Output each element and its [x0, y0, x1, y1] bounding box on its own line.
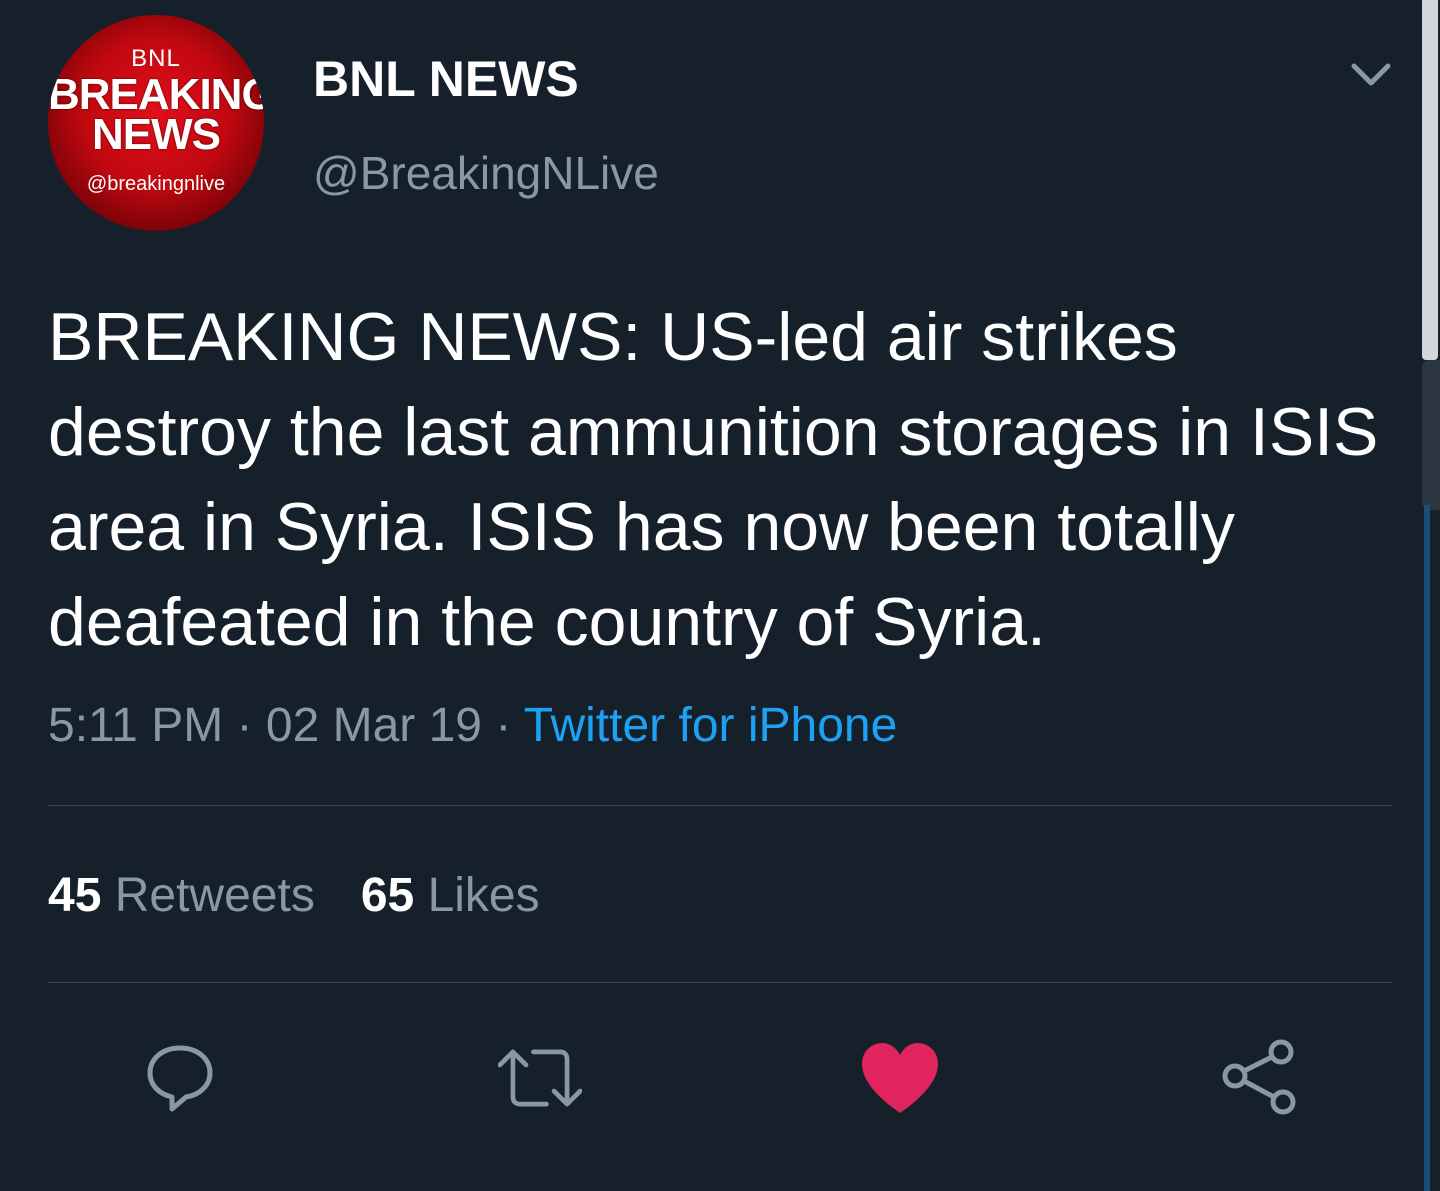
tweet-source-link[interactable]: Twitter for iPhone	[524, 699, 898, 752]
reply-button[interactable]	[138, 1036, 222, 1120]
chevron-down-icon[interactable]	[1350, 56, 1392, 92]
meta-separator: ·	[495, 699, 512, 752]
username[interactable]: @BreakingNLive	[313, 146, 659, 200]
like-button[interactable]	[858, 1036, 942, 1120]
scrollbar-indicator	[1424, 505, 1430, 1191]
meta-separator: ·	[236, 699, 253, 752]
share-icon	[1222, 1039, 1296, 1115]
retweets-stat[interactable]: 45 Retweets	[48, 869, 315, 922]
avatar-line-breaking: BREAKING	[48, 70, 264, 119]
tweet-meta: 5:11 PM · 02 Mar 19 · Twitter for iPhone	[48, 698, 897, 754]
retweet-button[interactable]	[498, 1036, 582, 1120]
retweets-count: 45	[48, 869, 102, 922]
reply-icon	[147, 1045, 213, 1112]
tweet-date: 02 Mar 19	[265, 699, 482, 752]
tweet-time: 5:11 PM	[48, 699, 224, 752]
retweets-label: Retweets	[114, 869, 315, 922]
scrollbar-thumb[interactable]	[1422, 0, 1438, 360]
divider	[48, 805, 1392, 806]
heart-icon	[862, 1043, 938, 1113]
scrollbar-handle[interactable]	[1422, 360, 1440, 510]
tweet-detail-page: BNL BREAKING NEWS @breakingnlive BNL NEW…	[0, 0, 1440, 1191]
avatar[interactable]: BNL BREAKING NEWS @breakingnlive	[48, 15, 264, 231]
likes-label: Likes	[427, 869, 540, 922]
share-button[interactable]	[1218, 1036, 1302, 1120]
avatar-line-bnl: BNL	[131, 45, 181, 72]
avatar-line-handle: @breakingnlive	[86, 173, 226, 195]
likes-stat[interactable]: 65 Likes	[361, 869, 540, 922]
tweet-stats: 45 Retweets 65 Likes	[48, 868, 540, 924]
display-name[interactable]: BNL NEWS	[313, 50, 579, 108]
tweet-text: BREAKING NEWS: US-led air strikes destro…	[48, 299, 1379, 660]
likes-count: 65	[360, 869, 415, 922]
avatar-line-news: NEWS	[92, 110, 221, 159]
divider	[48, 982, 1392, 983]
retweet-icon	[498, 1049, 582, 1107]
